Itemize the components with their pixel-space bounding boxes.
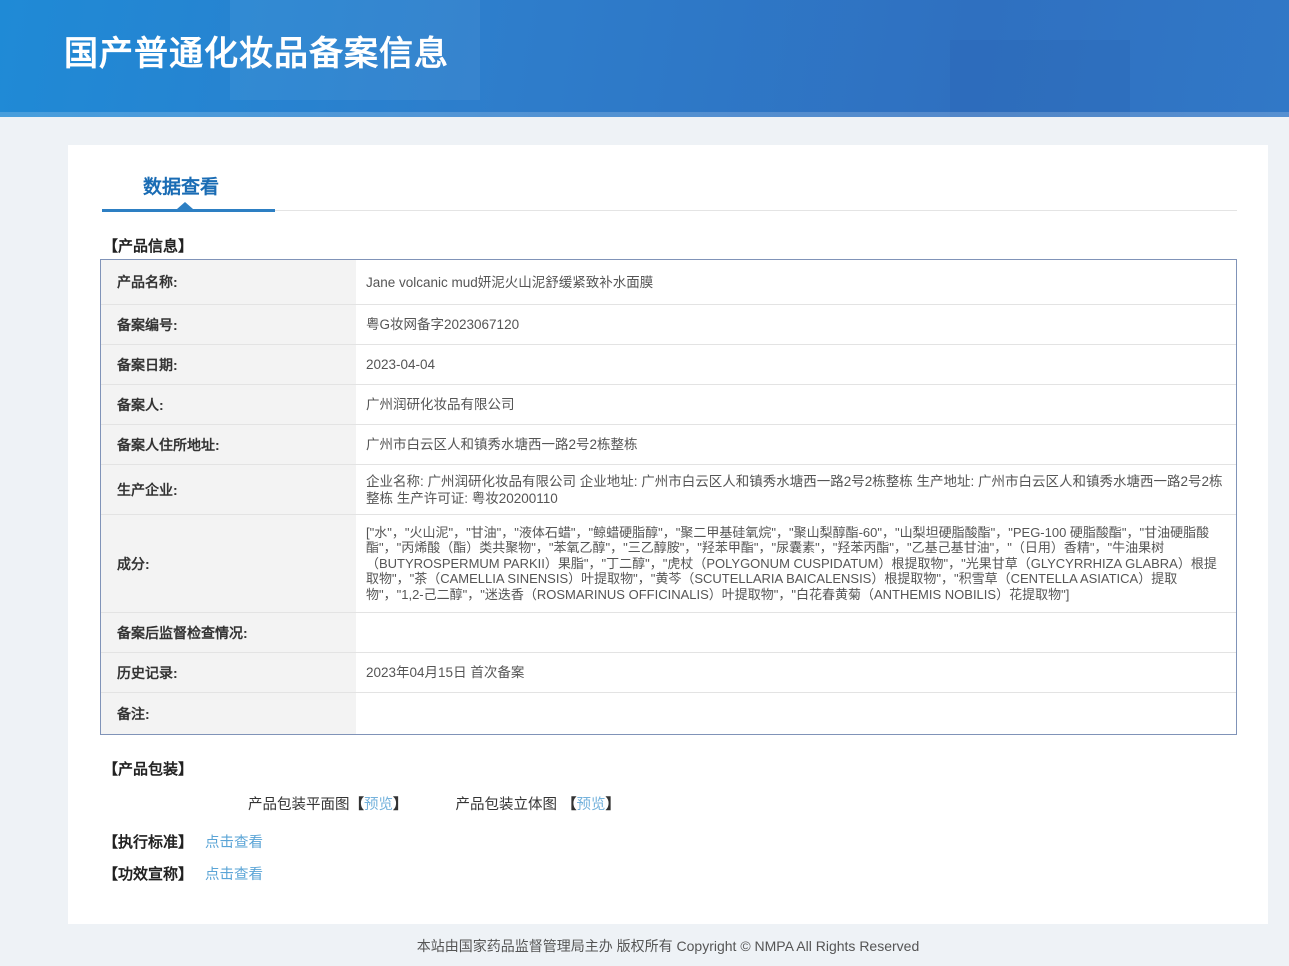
- section-efficacy-title: 【功效宣称】: [103, 866, 193, 883]
- section-packaging-title: 【产品包装】: [103, 761, 1268, 778]
- row-label: 备案日期:: [101, 345, 356, 384]
- standard-view-link[interactable]: 点击查看: [205, 835, 263, 851]
- tab-pointer-icon: [177, 202, 193, 209]
- row-manufacturer: 生产企业: 企业名称: 广州润研化妆品有限公司 企业地址: 广州市白云区人和镇秀…: [101, 464, 1236, 514]
- row-remarks: 备注:: [101, 692, 1236, 734]
- row-label: 备案后监督检查情况:: [101, 613, 356, 652]
- packaging-stereo-label: 产品包装立体图: [456, 793, 558, 814]
- row-ingredients: 成分: ["水"，"火山泥"，"甘油"，"液体石蜡"，"鲸蜡硬脂醇"，"聚二甲基…: [101, 514, 1236, 612]
- row-value: Jane volcanic mud妍泥火山泥舒缓紧致补水面膜: [356, 260, 1236, 304]
- page-header: 国产普通化妆品备案信息: [0, 0, 1289, 117]
- row-history: 历史记录: 2023年04月15日 首次备案: [101, 652, 1236, 692]
- section-product-info-title: 【产品信息】: [103, 238, 1268, 255]
- row-value: 广州市白云区人和镇秀水塘西一路2号2栋整栋: [356, 425, 1236, 464]
- row-filing-number: 备案编号: 粤G妆网备字2023067120: [101, 304, 1236, 344]
- row-value: 企业名称: 广州润研化妆品有限公司 企业地址: 广州市白云区人和镇秀水塘西一路2…: [356, 465, 1236, 514]
- row-value: [356, 613, 1236, 652]
- row-label: 备案人住所地址:: [101, 425, 356, 464]
- page: 国产普通化妆品备案信息 数据查看 【产品信息】 产品名称: Jane volca…: [0, 0, 1289, 966]
- efficacy-view-link[interactable]: 点击查看: [205, 867, 263, 883]
- row-label: 备案编号:: [101, 305, 356, 344]
- row-label: 成分:: [101, 515, 356, 612]
- bracket-open: 【: [350, 793, 365, 814]
- row-label: 生产企业:: [101, 465, 356, 514]
- tab-data-view[interactable]: 数据查看: [143, 175, 219, 201]
- row-value: [356, 693, 1236, 734]
- tab-divider-line: [275, 210, 1237, 211]
- row-filer: 备案人: 广州润研化妆品有限公司: [101, 384, 1236, 424]
- packaging-line: 产品包装平面图【预览】 产品包装立体图【预览】: [248, 793, 1268, 814]
- tab-data-view-label: 数据查看: [143, 177, 219, 198]
- row-label: 备案人:: [101, 385, 356, 424]
- bracket-open: 【: [562, 793, 577, 814]
- tab-bar: 数据查看: [68, 145, 1268, 212]
- standard-line: 【执行标准】点击查看: [103, 834, 1268, 852]
- packaging-stereo-preview-link[interactable]: 预览: [577, 793, 606, 814]
- content-card: 数据查看 【产品信息】 产品名称: Jane volcanic mud妍泥火山泥…: [68, 145, 1268, 924]
- tab-underline: [68, 209, 1237, 212]
- row-label: 历史记录:: [101, 653, 356, 692]
- row-value: 2023-04-04: [356, 345, 1236, 384]
- copyright-text: 本站由国家药品监督管理局主办 版权所有 Copyright © NMPA All…: [68, 936, 1268, 956]
- efficacy-line: 【功效宣称】点击查看: [103, 866, 1268, 884]
- row-product-name: 产品名称: Jane volcanic mud妍泥火山泥舒缓紧致补水面膜: [101, 260, 1236, 304]
- row-value: 粤G妆网备字2023067120: [356, 305, 1236, 344]
- row-filing-date: 备案日期: 2023-04-04: [101, 344, 1236, 384]
- tab-active-indicator: [102, 209, 275, 212]
- row-label: 产品名称:: [101, 260, 356, 304]
- bracket-close: 】: [606, 793, 621, 814]
- packaging-flat-preview-link[interactable]: 预览: [364, 793, 393, 814]
- section-standard-title: 【执行标准】: [103, 834, 193, 851]
- banner-decor-patch: [950, 40, 1130, 117]
- page-footer: 本站由国家药品监督管理局主办 版权所有 Copyright © NMPA All…: [68, 924, 1268, 966]
- product-info-table: 产品名称: Jane volcanic mud妍泥火山泥舒缓紧致补水面膜 备案编…: [100, 259, 1237, 735]
- row-value: ["水"，"火山泥"，"甘油"，"液体石蜡"，"鲸蜡硬脂醇"，"聚二甲基硅氧烷"…: [356, 515, 1236, 612]
- row-label: 备注:: [101, 693, 356, 734]
- bracket-close: 】: [393, 793, 408, 814]
- row-post-filing-inspection: 备案后监督检查情况:: [101, 612, 1236, 652]
- row-filer-address: 备案人住所地址: 广州市白云区人和镇秀水塘西一路2号2栋整栋: [101, 424, 1236, 464]
- packaging-flat-label: 产品包装平面图: [248, 793, 350, 814]
- page-title: 国产普通化妆品备案信息: [64, 26, 449, 75]
- row-value: 2023年04月15日 首次备案: [356, 653, 1236, 692]
- row-value: 广州润研化妆品有限公司: [356, 385, 1236, 424]
